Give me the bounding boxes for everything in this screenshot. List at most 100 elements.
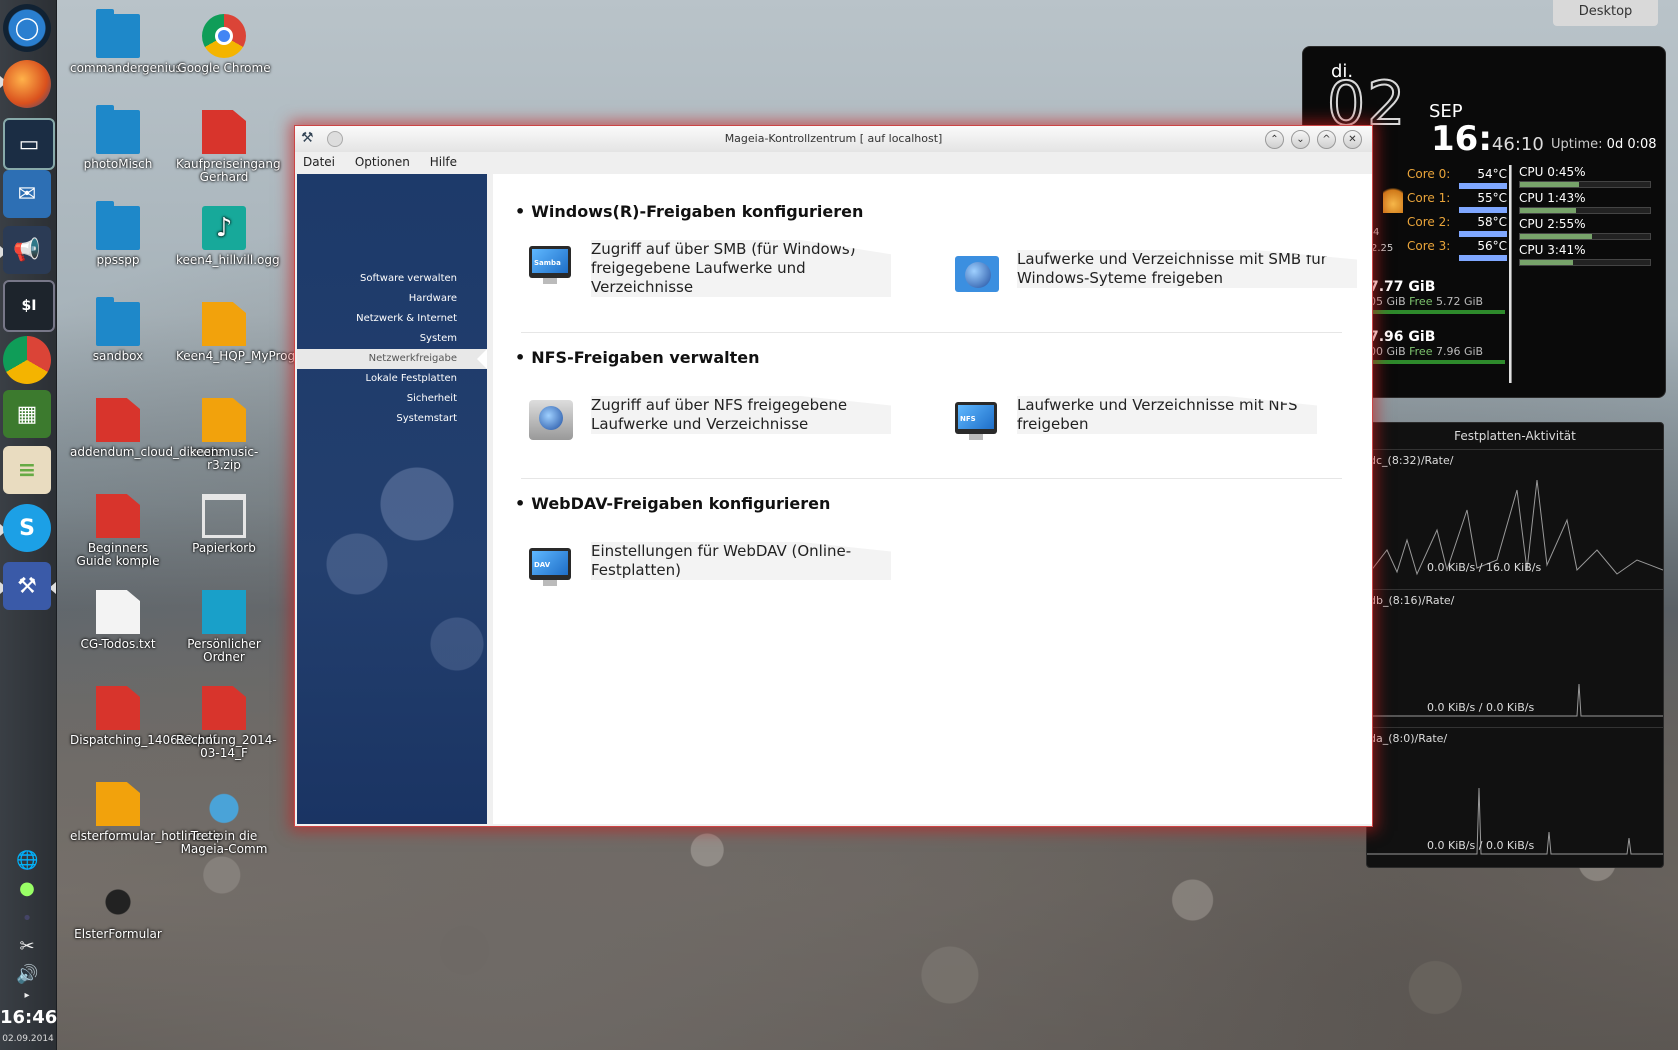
notes-icon[interactable]: ≡ [3,446,51,494]
core-temp-3: Core 3: 56°C [1407,239,1507,261]
core-temp: 55°C [1477,191,1507,205]
terminal-icon[interactable]: $I [3,280,55,332]
close-button[interactable]: ✕ [1343,130,1362,149]
desktop-icon-magpie[interactable]: ElsterFormular [70,880,166,941]
announcements-icon[interactable]: 📢 [3,226,51,274]
window-title: Mageia-Kontrollzentrum [ auf localhost] [724,132,943,145]
cpu-usage-2: CPU 2:55% [1519,217,1651,240]
left-partial-1: 4 [1373,227,1380,238]
core-temp-0: Core 0: 54°C [1407,167,1507,189]
chrome-icon[interactable] [3,336,51,384]
desktop-icon-pdf[interactable]: Beginners Guide komple [70,494,166,568]
desktop-icon-home[interactable]: Persönlicher Ordner [176,590,272,664]
desktop-icon-label: sandbox [92,349,144,363]
pdf-icon [96,398,140,442]
desktop-icon-label: Papierkorb [192,541,256,555]
system-monitor-icon[interactable]: ▦ [3,390,51,438]
cpu-bar-fill [1520,234,1592,239]
disk-activity-title: Festplatten-Aktivität [1454,429,1576,443]
disk-usage-1: 7.77 GiB 05 GiB Free 5.72 GiB [1369,279,1505,314]
nav-netzwerk-internet[interactable]: Netzwerk & Internet [356,313,457,324]
clock-hours: 16: [1431,119,1492,159]
desktop-icon-pdf[interactable]: Kaufpreiseingang Gerhard [176,110,281,184]
file-manager-icon[interactable]: ▭ [3,118,55,170]
menu-optionen[interactable]: Optionen [347,152,418,172]
entry-label: Laufwerke und Verzeichnisse mit SMB für … [1017,250,1357,288]
titlebar[interactable]: ⚒ Mageia-Kontrollzentrum [ auf localhost… [295,126,1372,152]
desktop-icon-pdf[interactable]: Rechnung_2014-03-14_F [176,686,277,760]
core-temp-1: Core 1: 55°C [1407,191,1507,213]
desktop-icon-folder[interactable]: commandergenius [70,9,182,75]
nav-netzwerkfreigabe[interactable]: Netzwerkfreigabe [297,349,487,369]
network-globe-icon[interactable]: 🌐 [16,850,38,872]
desktop-icon-zip[interactable]: elsterformular_hotline.zip [70,782,224,843]
disk-graph-3: da_(8:0)/Rate/ 0.0 KiB/s / 0.0 KiB/s [1367,727,1663,856]
core-label: Core 1: [1407,191,1451,205]
nav-hardware[interactable]: Hardware [409,293,457,304]
core-bar [1459,231,1507,237]
disk-bar [1369,310,1505,314]
desktop-icon-pdf[interactable]: Dispatching_140623.pdf [70,686,217,747]
entry-label: Zugriff auf über NFS freigegebene Laufwe… [591,396,891,434]
desktop-label-button[interactable]: Desktop [1553,0,1658,26]
desktop-icon-ogg[interactable]: ♪ keen4_hillvill.ogg [176,206,280,267]
desktop-icon-label: Persönlicher Ordner [187,637,261,664]
desktop-icon-chrome[interactable]: Google Chrome [176,14,272,75]
left-dock: ◯ ▭ ✉ 📢 $I ▦ ≡ S ⚒ 🌐 ● • ✂ 🔊 ▸ 16:46 02.… [0,0,57,1050]
nav-systemstart[interactable]: Systemstart [396,413,457,424]
desktop-icon-label: addendum_cloud_dienste [70,445,224,459]
desktop-icon-label: Rechnung_2014-03-14_F [176,733,277,760]
pdf-icon [96,686,140,730]
uptime-label: Uptime: [1551,137,1603,152]
uptime-value: 0d 0:08 [1606,137,1657,152]
disk-used: 00 GiB [1369,345,1406,358]
dock-clock[interactable]: 16:46 [0,1007,57,1028]
keep-above-button[interactable]: ⌃ [1265,130,1284,149]
desktop-icon-label: commandergenius [70,61,182,75]
cpu-bar [1519,259,1651,266]
zip-icon [96,782,140,826]
desktop-icon-folder[interactable]: sandbox [70,297,166,363]
nav-software-verwalten[interactable]: Software verwalten [360,273,457,284]
skype-icon[interactable]: S [3,504,51,552]
disk-graph-1: dc_(8:32)/Rate/ 0.0 KiB/s / 16.0 KiB/s [1367,449,1663,578]
nav-sicherheit[interactable]: Sicherheit [407,393,457,404]
monitor-tag: NFS [960,415,976,423]
desktop-icon-label: Dispatching_140623.pdf [70,733,217,747]
core-temp: 54°C [1477,167,1507,181]
menu-datei[interactable]: Datei [295,152,343,172]
cpu-bar-fill [1520,182,1579,187]
desktop-icon-zip[interactable]: keenmusic-r3.zip [176,398,272,472]
home-icon [202,590,246,634]
desktop-icon-label: Trete in die Mageia-Comm [180,829,268,856]
desktop-icon-pdf[interactable]: addendum_cloud_dienste [70,398,224,459]
mageia-menu-icon[interactable]: ◯ [3,4,51,52]
control-center-icon[interactable]: ⚒ [3,562,51,610]
section-title-webdav: WebDAV-Freigaben konfigurieren [515,494,830,513]
disk-used: 05 GiB [1369,295,1406,308]
volume-icon[interactable]: 🔊 [16,964,38,986]
section-title-windows: Windows(R)-Freigaben konfigurieren [515,202,863,221]
desktop-icon-folder[interactable]: photoMisch [70,105,166,171]
desktop-icon-drop[interactable]: Trete in die Mageia-Comm [176,782,272,856]
desktop-icon-folder[interactable]: ppsspp [70,201,166,267]
cpu-label: CPU 0: [1519,165,1559,179]
scissors-icon[interactable]: ✂ [16,936,38,958]
desktop-icon-txt[interactable]: CG-Todos.txt [70,590,166,651]
desktop-icon-label: keenmusic-r3.zip [189,445,259,472]
desktop-icon-zip[interactable]: Keen4_HQP_MyProgressS [176,302,327,363]
desktop-icon-trash[interactable]: Papierkorb [176,494,272,555]
firefox-icon[interactable] [3,60,51,108]
nav-system[interactable]: System [420,333,457,344]
disk-free-label: Free [1409,295,1433,308]
dot-icon[interactable]: • [16,908,38,930]
chat-status-icon[interactable]: ● [16,878,38,900]
menu-hilfe[interactable]: Hilfe [422,152,465,172]
messaging-icon[interactable]: ✉ [3,170,51,218]
disk-graph-plot [1367,479,1663,577]
maximize-button[interactable]: ^ [1317,130,1336,149]
cpu-label: CPU 3: [1519,243,1559,257]
core-bar [1459,183,1507,189]
nav-lokale-festplatten[interactable]: Lokale Festplatten [366,373,457,384]
minimize-button[interactable]: ⌄ [1291,130,1310,149]
